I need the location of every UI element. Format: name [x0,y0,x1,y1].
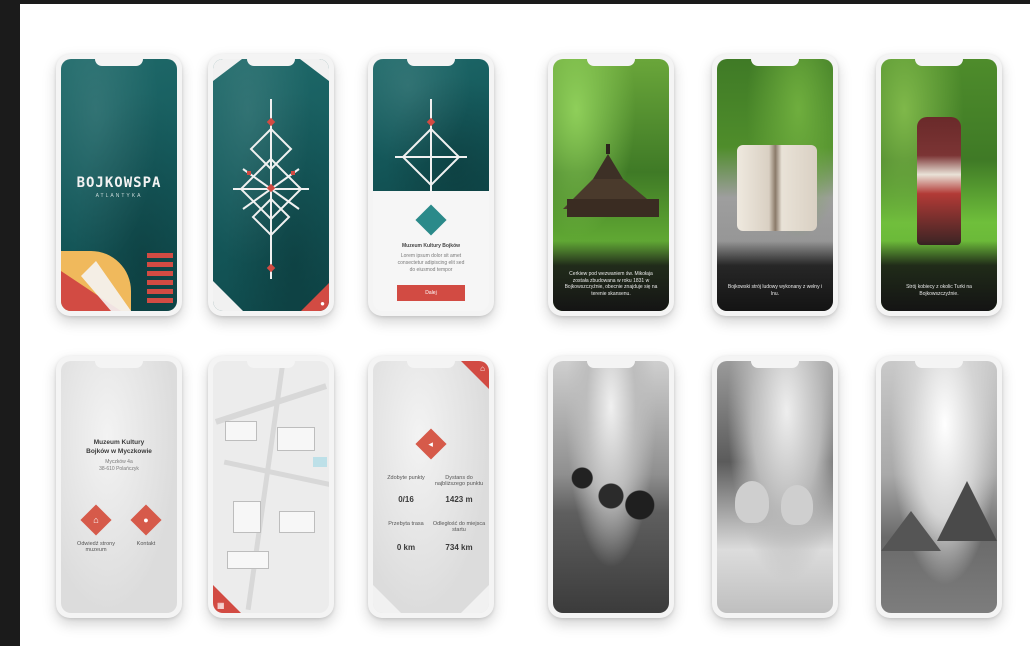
photo-caption: Bojkowski strój ludowy wykonany z wełny … [727,284,823,297]
phone-notch [587,59,635,66]
roof-right [937,481,997,541]
caption-band [717,241,833,311]
frame-bottom-right [461,585,489,613]
portrait-left [735,481,769,523]
phone-notch [95,59,143,66]
phone-splash: BOJKOWSPA ATLANTYKA [56,54,182,316]
phone-archive-3 [876,356,1002,618]
app-logo: BOJKOWSPA [76,175,162,191]
roof-left [881,511,941,551]
map-screen[interactable]: ▦ [213,361,329,613]
phone-notch [407,59,455,66]
stat-label-1: Zdobyte punkty [387,475,425,481]
decor-pattern [147,253,173,307]
museum-title-2: Bojków w Myczkowie [86,448,152,455]
info-line1: Lorem ipsum dolor sit amet [400,253,462,259]
website-label: Odwiedź strony muzeum [77,541,115,553]
phone-museum: Muzeum Kultury Bojków w Myczkowie Myczkó… [56,356,182,618]
info-header-image [373,59,489,191]
map-block [279,511,315,533]
map-block [233,501,261,533]
map-road [214,383,328,425]
phone-ornament: ● [208,54,334,316]
phone-notch [247,361,295,368]
home-corner-button[interactable]: ⌂ [461,361,489,389]
ornament-screen: ● [213,59,329,311]
caption-band [881,241,997,311]
info-diamond [415,204,447,236]
costume-screen: Strój kobiecy z okolic Turki na Bojkowsz… [881,59,997,311]
grid-icon: ▦ [217,601,225,610]
phone-notch [407,361,455,368]
showcase-canvas: BOJKOWSPA ATLANTYKA ● Muzeum Kultury Boj… [20,4,1030,646]
portrait-right [781,485,813,525]
costume-photo [917,117,961,245]
info-line2: consectetur adipiscing elit sed [397,260,465,266]
phone-notch [915,361,963,368]
contact-label: Kontakt [136,541,156,547]
map-block [225,421,257,441]
splash-screen: BOJKOWSPA ATLANTYKA [61,59,177,311]
phone-notch [751,361,799,368]
stat-value-4: 734 km [445,543,473,552]
phone-archive-1 [548,356,674,618]
pin-icon: ● [143,515,149,525]
phone-garment: Bojkowski strój ludowy wykonany z wełny … [712,54,838,316]
stats-screen: ⌂ ◂ Zdobyte punkty Dystans do najbliższe… [373,361,489,613]
figures [563,451,659,541]
website-button[interactable]: ⌂ [80,504,112,536]
info-line3: do eiusmod tempor [409,267,453,273]
pin-icon: ● [320,299,325,308]
ornament-detail [395,99,467,191]
photo-caption: Strój kobiecy z okolic Turki na Bojkowsz… [906,284,972,297]
archive-photo-2 [717,361,833,613]
museum-screen: Muzeum Kultury Bojków w Myczkowie Myczkó… [61,361,177,613]
phone-notch [95,361,143,368]
photo-caption: Cerkiew pod wezwaniem św. Mikołaja zosta… [564,271,658,297]
phone-map: ▦ [208,356,334,618]
museum-address-2: 38-610 Polańczyk [99,466,139,472]
info-next-button[interactable]: Dalej [397,285,465,301]
church-screen: Cerkiew pod wezwaniem św. Mikołaja zosta… [553,59,669,311]
garment-screen: Bojkowski strój ludowy wykonany z wełny … [717,59,833,311]
stat-value-2: 1423 m [445,495,473,504]
audio-button[interactable]: ◂ [415,428,447,460]
stat-value-3: 0 km [396,543,416,552]
archive-photo-3 [881,361,997,613]
museum-address-1: Myczków 4a [105,459,133,465]
phone-archive-2 [712,356,838,618]
back-corner-button[interactable]: ▦ [213,585,241,613]
map-block [227,551,269,569]
stat-label-2: Dystans do najbliższego punktu [434,475,484,487]
map-road [245,361,286,611]
home-icon: ⌂ [480,364,485,373]
app-subtitle: ATLANTYKA [95,193,143,199]
map-block [277,427,315,451]
phone-church: Cerkiew pod wezwaniem św. Mikołaja zosta… [548,54,674,316]
phone-stats: ⌂ ◂ Zdobyte punkty Dystans do najbliższe… [368,356,494,618]
frame-bottom-left [373,585,401,613]
museum-title-1: Muzeum Kultury [93,439,145,446]
stat-label-4: Odległość do miejsca startu [432,521,486,533]
info-screen: Muzeum Kultury Bojków Lorem ipsum dolor … [373,59,489,311]
archive-photo-1 [553,361,669,613]
garment-photo [737,145,817,231]
stat-value-1: 0/16 [398,495,414,504]
speaker-icon: ◂ [428,438,433,449]
map-water [313,457,327,467]
church-photo [563,144,659,217]
home-icon: ⌂ [93,515,99,525]
stat-label-3: Przebyta trasa [388,521,424,527]
info-title: Muzeum Kultury Bojków [401,243,461,249]
phone-notch [915,59,963,66]
phone-notch [247,59,295,66]
phone-notch [587,361,635,368]
phone-info: Muzeum Kultury Bojków Lorem ipsum dolor … [368,54,494,316]
phone-notch [751,59,799,66]
contact-button[interactable]: ● [130,504,162,536]
phone-costume: Strój kobiecy z okolic Turki na Bojkowsz… [876,54,1002,316]
bojko-ornament [233,99,309,279]
